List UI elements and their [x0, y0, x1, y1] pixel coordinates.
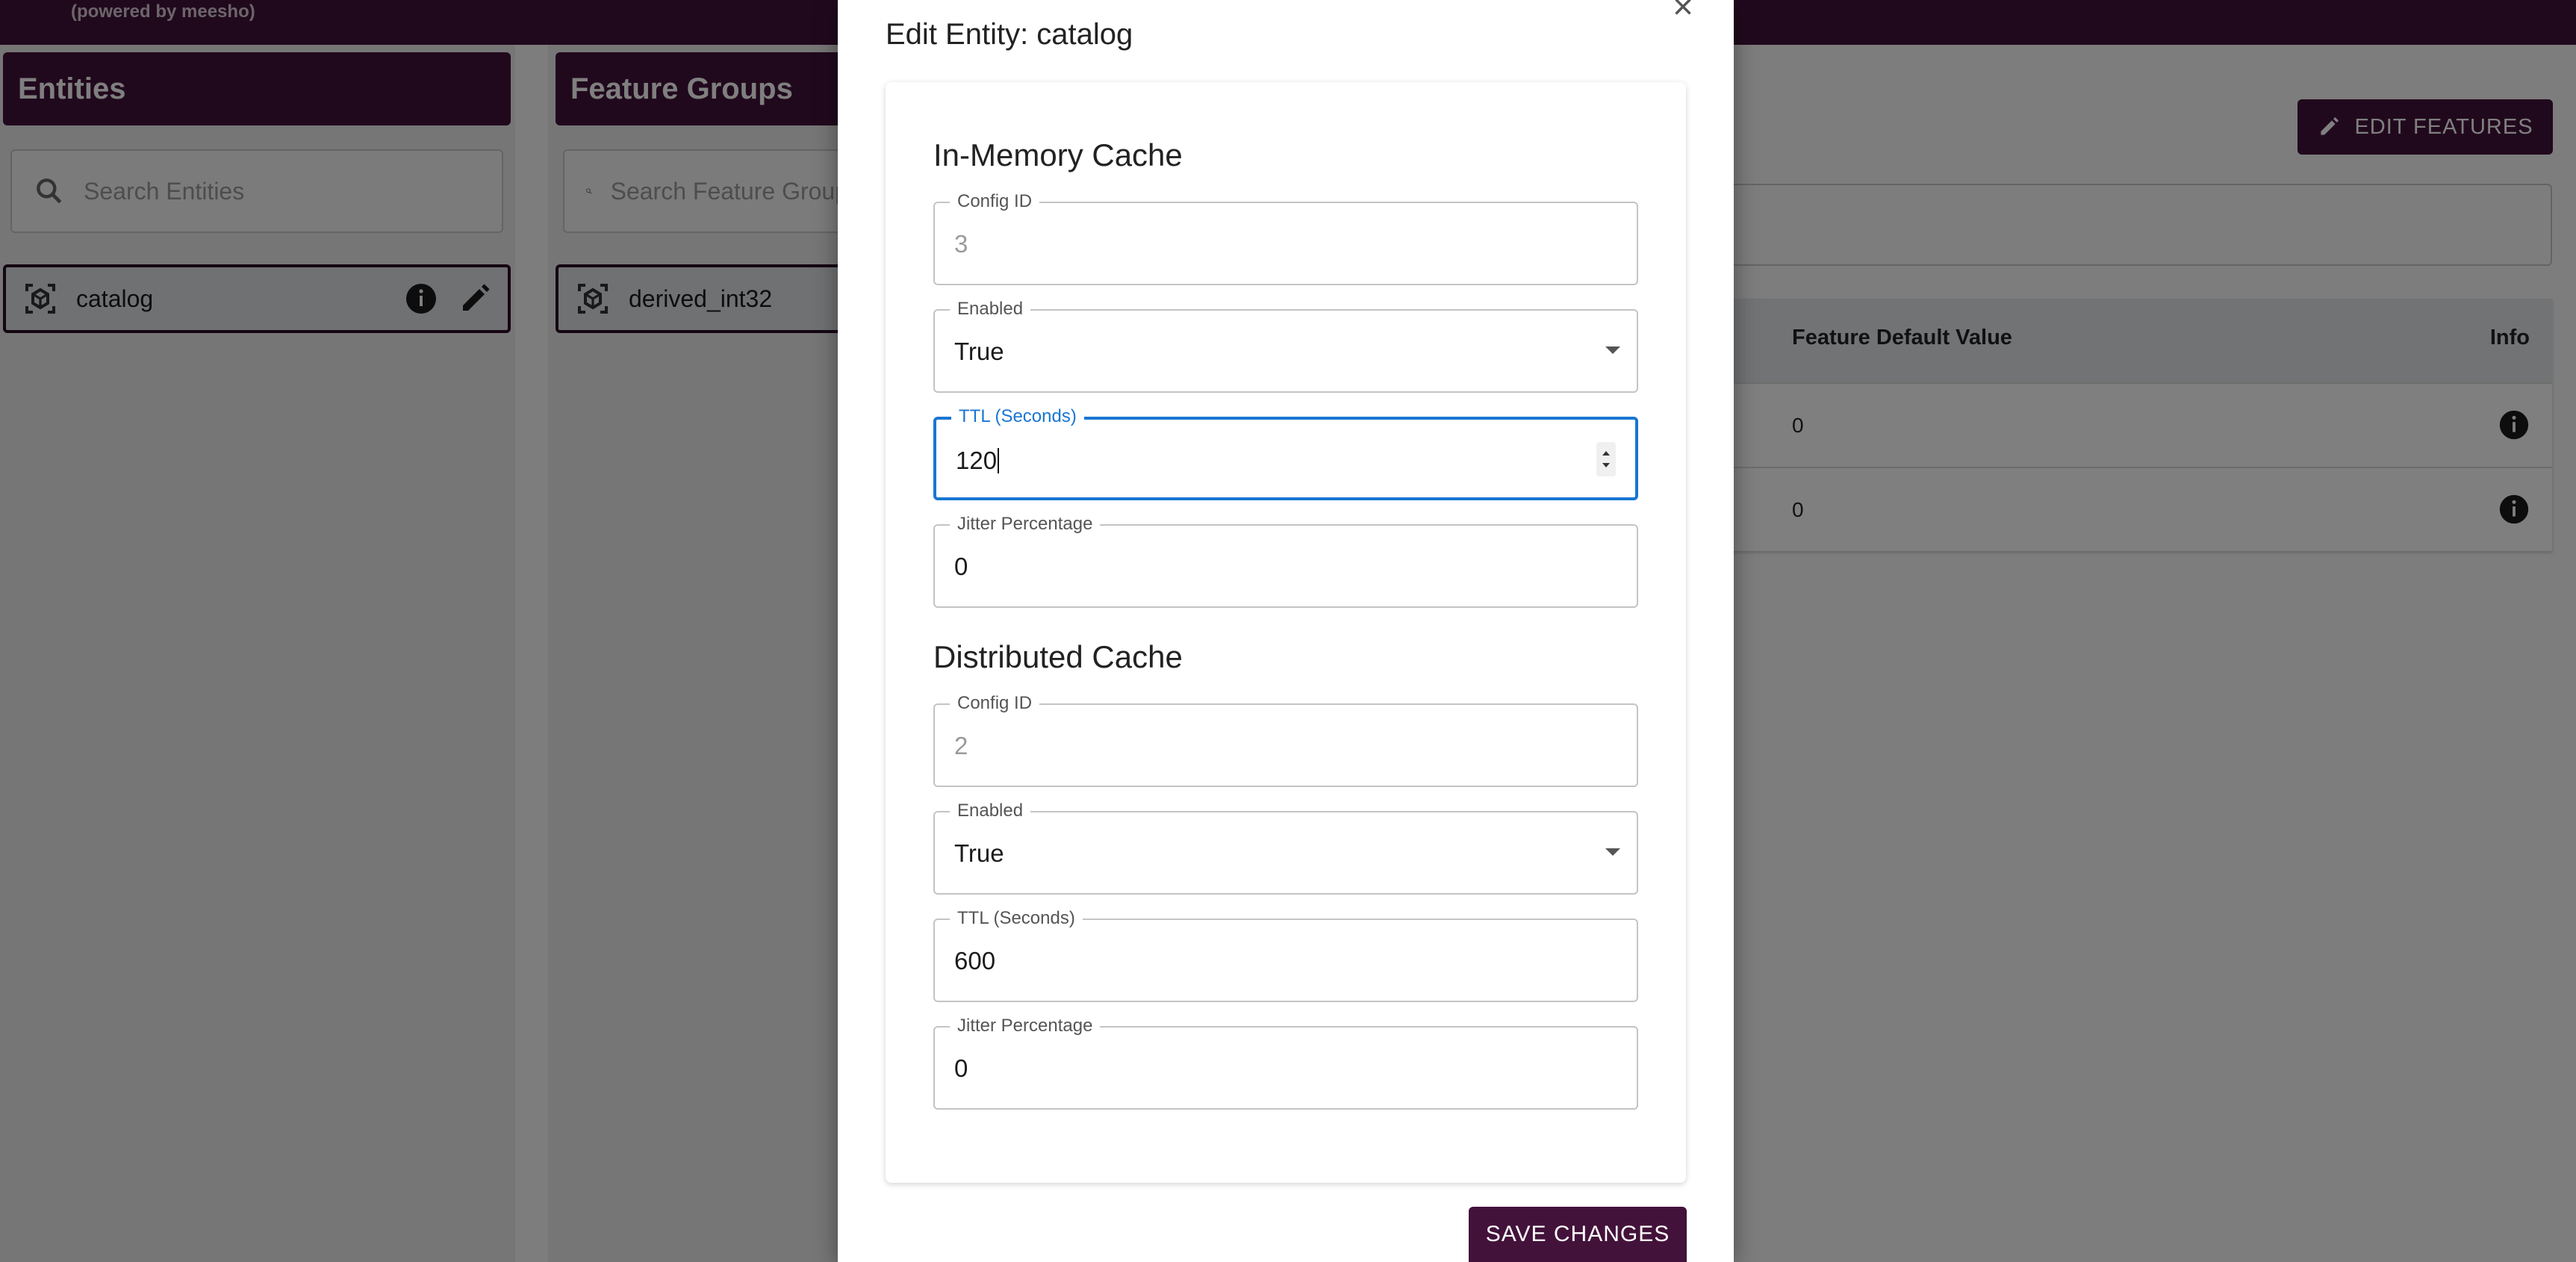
cache-config-card: In-Memory Cache Config ID 3 Enabled True… [886, 82, 1686, 1183]
field-value: 3 [954, 230, 968, 258]
field-value: 120 [956, 447, 1000, 475]
field-label: Jitter Percentage [950, 514, 1101, 535]
save-changes-button[interactable]: SAVE CHANGES [1469, 1207, 1687, 1262]
in-memory-cache-heading: In-Memory Cache [933, 137, 1183, 172]
field-label: TTL (Seconds) [951, 406, 1084, 427]
field-value: 2 [954, 732, 968, 759]
distributed-jitter-input[interactable]: Jitter Percentage 0 [933, 1016, 1638, 1110]
in-memory-enabled-select[interactable]: Enabled True [933, 299, 1638, 393]
in-memory-config-id-field: Config ID 3 [933, 191, 1638, 285]
distributed-cache-heading: Distributed Cache [933, 639, 1183, 674]
in-memory-ttl-input[interactable]: TTL (Seconds) 120 [933, 406, 1638, 500]
field-value: 600 [954, 947, 996, 975]
distributed-ttl-input[interactable]: TTL (Seconds) 600 [933, 908, 1638, 1002]
field-value: True [954, 338, 1004, 365]
field-label: Config ID [950, 693, 1040, 714]
chevron-down-icon[interactable] [1605, 848, 1620, 856]
in-memory-jitter-input[interactable]: Jitter Percentage 0 [933, 514, 1638, 608]
field-value: 0 [954, 553, 968, 580]
distributed-config-id-field: Config ID 2 [933, 693, 1638, 787]
distributed-enabled-select[interactable]: Enabled True [933, 801, 1638, 895]
close-icon[interactable]: × [1673, 0, 1693, 25]
edit-entity-dialog: Edit Entity: catalog × In-Memory Cache C… [838, 0, 1734, 1262]
dialog-title: Edit Entity: catalog [886, 18, 1133, 51]
field-label: Config ID [950, 191, 1040, 212]
field-label: Jitter Percentage [950, 1016, 1101, 1036]
field-label: Enabled [950, 299, 1031, 320]
spinner-icon[interactable] [1596, 442, 1616, 476]
field-value: 0 [954, 1054, 968, 1082]
chevron-down-icon[interactable] [1605, 346, 1620, 354]
field-value: True [954, 839, 1004, 867]
field-label: TTL (Seconds) [950, 908, 1083, 929]
field-label: Enabled [950, 801, 1031, 821]
